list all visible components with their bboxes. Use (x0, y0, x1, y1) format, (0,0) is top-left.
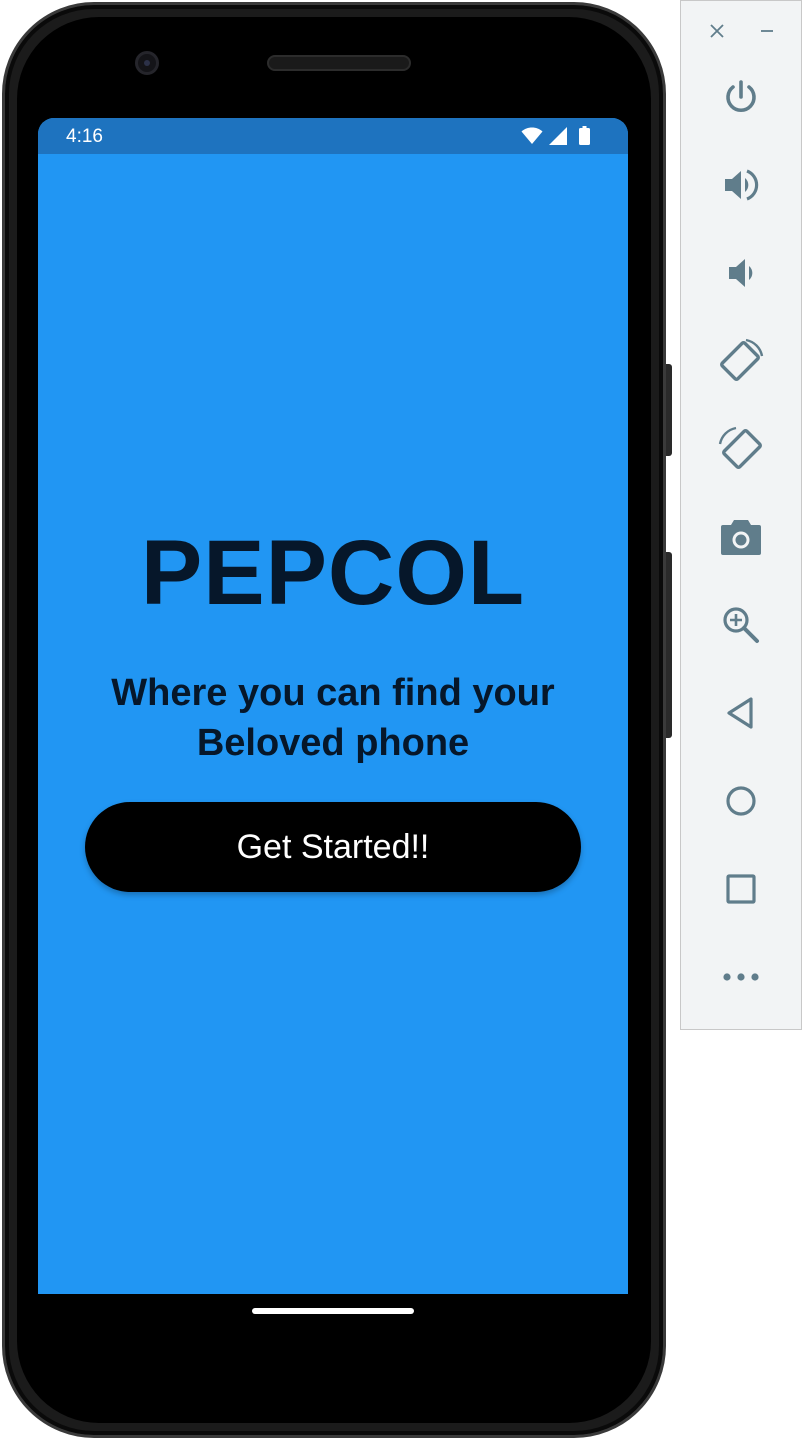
power-side-button (666, 364, 672, 456)
app-screen: 4:16 PEPCOL Where you can find your Belo… (38, 118, 628, 1294)
status-time: 4:16 (66, 126, 103, 147)
get-started-button[interactable]: Get Started!! (85, 802, 581, 892)
app-tagline: Where you can find your Beloved phone (78, 668, 588, 768)
wifi-icon (521, 127, 543, 150)
earpiece-speaker (267, 55, 411, 71)
volume-down-icon[interactable] (715, 247, 767, 299)
close-icon[interactable] (703, 17, 731, 45)
power-icon[interactable] (715, 71, 767, 123)
more-icon[interactable] (715, 951, 767, 1003)
tagline-line-2: Beloved phone (196, 722, 470, 764)
minimize-icon[interactable] (753, 17, 781, 45)
home-icon[interactable] (715, 775, 767, 827)
overview-icon[interactable] (715, 863, 767, 915)
status-icons (521, 126, 590, 150)
volume-up-icon[interactable] (715, 159, 767, 211)
app-title: PEPCOL (140, 522, 526, 624)
emulator-toolbar (680, 0, 802, 1030)
front-camera (135, 51, 159, 75)
volume-side-button (666, 552, 672, 738)
camera-icon[interactable] (715, 511, 767, 563)
battery-icon (579, 126, 590, 150)
rotate-left-icon[interactable] (715, 335, 767, 387)
emulator-window-controls (681, 17, 801, 45)
home-indicator[interactable] (252, 1308, 414, 1314)
rotate-right-icon[interactable] (715, 423, 767, 475)
tagline-line-1: Where you can find your (111, 672, 555, 714)
back-icon[interactable] (715, 687, 767, 739)
zoom-icon[interactable] (715, 599, 767, 651)
cell-signal-icon (549, 126, 567, 150)
status-bar: 4:16 (38, 118, 628, 154)
